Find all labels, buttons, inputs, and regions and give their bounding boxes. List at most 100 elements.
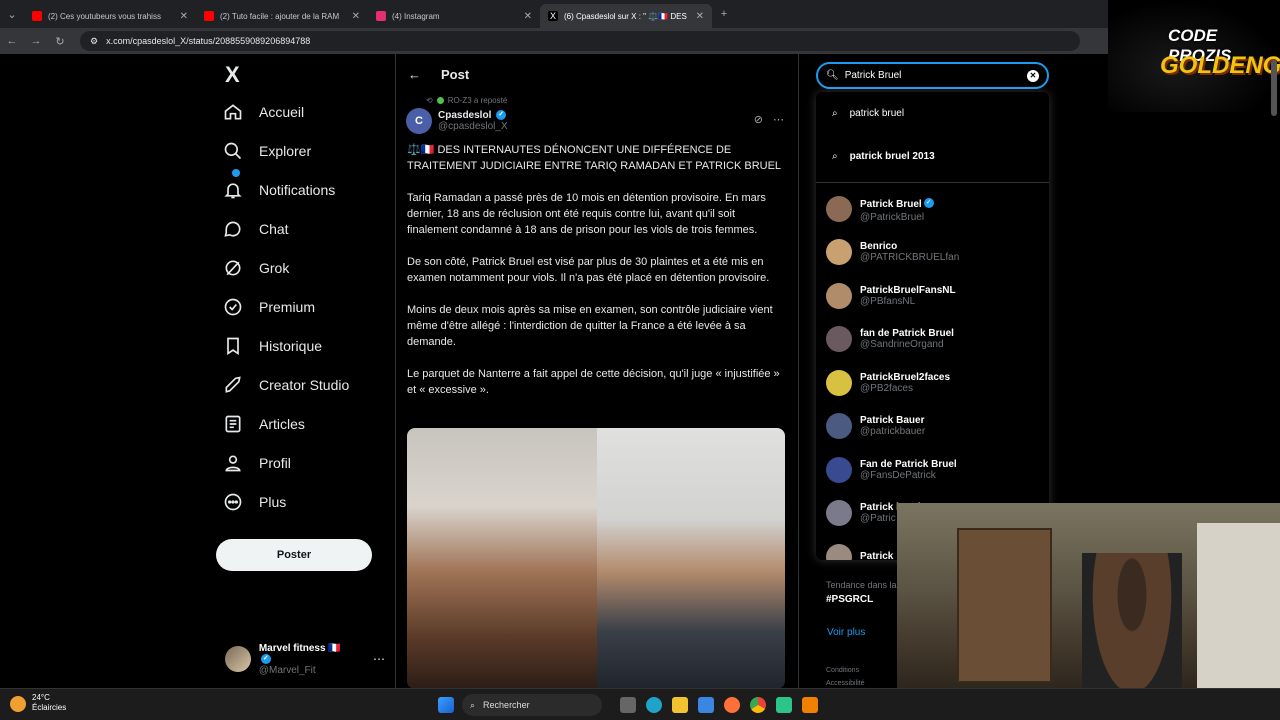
reposter-avatar [436,96,444,104]
weather-widget[interactable]: 24°C Éclaircies [10,693,66,713]
person-icon [225,455,241,471]
browser-tab-1[interactable]: (2) Ces youtubeurs vous trahiss ✕ [24,4,196,28]
search-dropdown: ⌕ patrick bruel ⌕ patrick bruel 2013 Patri… [816,92,1049,560]
avatar [826,326,852,353]
close-tab-icon[interactable]: ✕ [352,11,360,22]
scrollbar[interactable] [1271,60,1277,116]
page-title: Post [441,66,470,82]
browser-tab-2[interactable]: (2) Tuto facile : ajouter de la RAM ✕ [196,4,368,28]
account-name: Marvel fitness 🇫🇷 ✓ [258,642,341,664]
post-image[interactable] [407,428,785,689]
search-user-result[interactable]: fan de Patrick Bruel @SandrineOrgand [816,318,1049,362]
chrome-icon[interactable] [750,697,766,713]
user-name: Fan de Patrick Bruel [860,458,957,470]
user-handle: @SandrineOrgand [860,339,944,351]
search-user-result[interactable]: Fan de Patrick Bruel @FansDePatrick [816,448,1049,492]
user-handle: @PatrickBruel [860,212,925,224]
author-handle[interactable]: @cpasdeslol_X [438,121,508,132]
notification-badge [232,169,240,177]
verified-icon: ✓ [260,653,271,664]
sidebar-item-historique[interactable]: Historique [215,326,395,365]
browser-tab-strip: ⌄ (2) Ces youtubeurs vous trahiss ✕ (2) T… [0,0,1280,28]
weather-icon [10,696,26,712]
sidebar-item-accueil[interactable]: Accueil [215,92,395,131]
search-suggestion[interactable]: ⌕ patrick bruel [816,92,1049,135]
post-photo-left [407,428,597,689]
close-tab-icon[interactable]: ✕ [696,11,704,22]
more-icon[interactable]: ⋯ [773,113,784,126]
search-icon: ⌕ [832,108,838,119]
task-view-icon[interactable] [620,697,636,713]
sidebar-item-creator-studio[interactable]: Creator Studio [215,365,395,404]
store-icon[interactable] [698,697,714,713]
footer-links: Conditions Accessibilité [826,664,865,690]
search-user-result[interactable]: Patrick Bruel ✓ @PatrickBruel [816,187,1049,231]
file-explorer-icon[interactable] [672,697,688,713]
user-name: Patrick Bauer [860,415,925,427]
sidebar-item-grok[interactable]: Grok [215,248,395,287]
sidebar-item-profil[interactable]: Profil [215,443,395,482]
post-photo-right [597,428,785,689]
post-paragraph: De son côté, Patrick Bruel est visé par … [407,256,770,284]
bell-icon [224,182,242,198]
search-suggestion[interactable]: ⌕ patrick bruel 2013 [816,135,1049,178]
search-user-result[interactable]: Patrick Bauer @patrickbauer [816,405,1049,449]
post-paragraph: Moins de deux mois après sa mise en exam… [407,304,773,348]
reload-icon[interactable]: ↻ [48,35,72,48]
user-handle: @patrickbauer [860,426,926,438]
avatar [826,413,852,440]
search-user-result[interactable]: PatrickBruelFansNL @PBfansNL [816,274,1049,318]
firefox-icon[interactable] [724,697,740,713]
taskbar-search[interactable]: ⌕ Rechercher [462,694,602,716]
user-handle: @FansDePatrick [860,469,936,481]
back-icon[interactable]: ← [0,35,24,47]
sidebar-item-articles[interactable]: Articles [215,404,395,443]
browser-tab-4[interactable]: X (6) Cpasdeslol sur X : " ⚖️🇫🇷 DES ✕ [540,4,712,28]
rocket-icon [225,375,241,393]
footer-link[interactable]: Conditions [826,664,865,677]
x-logo-icon[interactable]: X [215,60,395,92]
new-tab-icon[interactable]: + [712,8,736,20]
sidebar-item-premium[interactable]: Premium [215,287,395,326]
sidebar-item-chat[interactable]: Chat [215,209,395,248]
user-name: PatrickBruelFansNL [860,284,956,296]
app-icon[interactable] [776,697,792,713]
search-icon: ⌕ [832,151,838,162]
chat-icon [224,221,241,237]
sidebar-item-notifications[interactable]: Notifications [215,169,395,209]
author-name[interactable]: Cpasdeslol ✓ [438,110,508,121]
see-more-link[interactable]: Voir plus [827,627,865,638]
user-name: Patrick [860,551,894,560]
back-arrow-icon[interactable]: ← [408,67,421,82]
windows-taskbar: 24°C Éclaircies ⌕ Rechercher [0,688,1280,720]
grok-icon[interactable]: ⊘ [754,113,763,126]
browser-tab-3[interactable]: (4) Instagram ✕ [368,4,540,28]
divider [816,182,1049,183]
vlc-icon[interactable] [802,697,818,713]
site-info-icon[interactable]: ⚙ [90,36,98,47]
close-tab-icon[interactable]: ✕ [180,11,188,22]
forward-icon[interactable]: → [24,35,48,47]
search-input[interactable]: 🔍︎ Patrick Bruel ✕ [816,62,1049,89]
avatar [826,282,852,309]
search-icon: ⌕ [470,699,476,710]
close-tab-icon[interactable]: ✕ [524,11,532,22]
search-user-result[interactable]: Benrico @PATRICKBRUELfan [816,231,1049,275]
windows-start-icon[interactable] [438,697,454,713]
author-avatar[interactable]: C [406,108,432,134]
sidebar-item-explorer[interactable]: Explorer [215,131,395,170]
trend-item[interactable]: Tendance dans la #PSGRCL [826,580,897,605]
clear-search-icon[interactable]: ✕ [1027,70,1039,82]
post-button[interactable]: Poster [216,539,372,571]
more-icon[interactable]: ⋯ [373,652,385,666]
search-user-result[interactable]: PatrickBruel2faces @PB2faces [816,361,1049,405]
user-handle: @PATRICKBRUELfan [860,252,960,264]
post-author: C Cpasdeslol ✓ @cpasdeslol_X ⊘ ⋯ [396,106,798,136]
promo-line-2: GOLDENG [1160,52,1280,79]
taskbar-start [438,697,454,713]
account-switcher[interactable]: Marvel fitness 🇫🇷 ✓ @Marvel_Fit ⋯ [225,642,385,676]
edge-icon[interactable] [646,697,662,713]
url-field[interactable]: ⚙ x.com/cpasdeslol_X/status/2088559089206… [80,31,1080,51]
sidebar-item-plus[interactable]: Plus [215,482,395,521]
tab-list-chevron-icon[interactable]: ⌄ [0,8,24,21]
